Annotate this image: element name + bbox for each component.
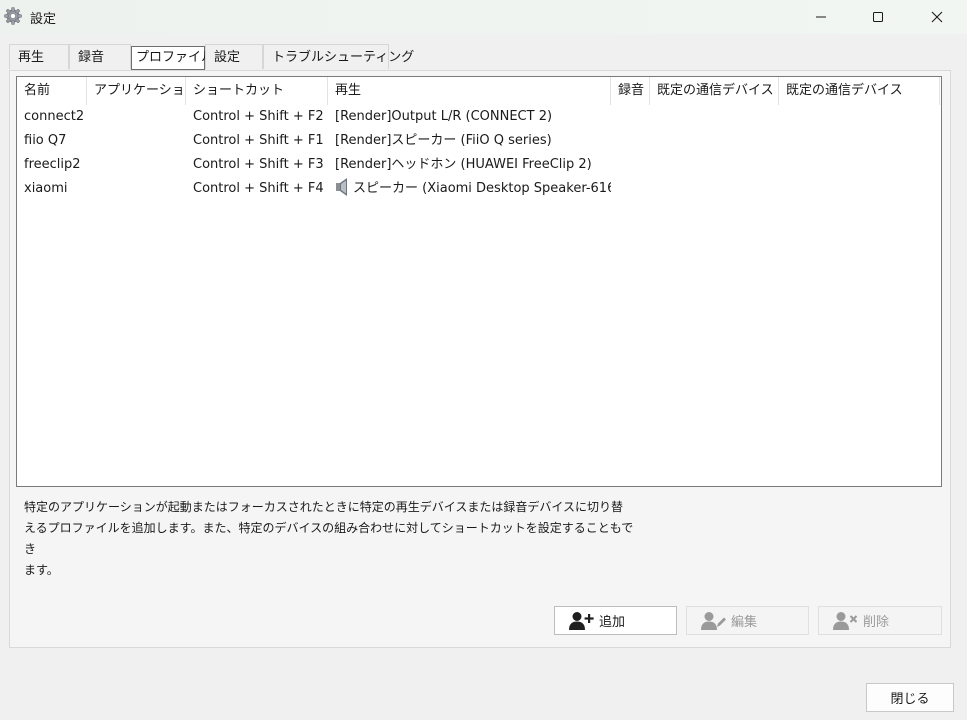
delete-button-label: 削除 <box>863 615 890 630</box>
cell-playback: [Render]スピーカー (FiiO Q series) <box>335 133 552 148</box>
close-button[interactable]: 閉じる <box>866 683 954 712</box>
title-bar: 設定 <box>0 0 967 34</box>
delete-user-icon <box>833 611 858 630</box>
minimize-icon <box>816 16 826 18</box>
add-button-label: 追加 <box>599 615 626 630</box>
table-row[interactable]: fiio Q7 Control + Shift + F1 [Render]スピー… <box>17 129 941 153</box>
column-header-recording[interactable]: 録音 <box>611 77 650 105</box>
cell-shortcut: Control + Shift + F1 <box>193 133 324 148</box>
profiles-list[interactable]: 名前 アプリケーション ショートカット 再生 録音 既定の通信デバイス 既定の通… <box>16 76 942 487</box>
cell-shortcut: Control + Shift + F3 <box>193 157 324 172</box>
column-header-default-comm-device[interactable]: 既定の通信デバイス <box>650 77 779 105</box>
maximize-icon <box>873 12 883 22</box>
delete-button[interactable]: 削除 <box>818 606 942 635</box>
table-row[interactable]: connect2 Control + Shift + F2 [Render]Ou… <box>17 105 941 129</box>
cell-application <box>87 105 186 129</box>
cell-playback-text: スピーカー (Xiaomi Desktop Speaker-616 <box>353 181 611 196</box>
column-header-name[interactable]: 名前 <box>17 77 87 105</box>
edit-button[interactable]: 編集 <box>686 606 809 635</box>
cell-shortcut: Control + Shift + F4 <box>193 181 324 196</box>
profiles-description: 特定のアプリケーションが起動またはフォーカスされたときに特定の再生デバイスまたは… <box>24 497 644 581</box>
cell-shortcut: Control + Shift + F2 <box>193 109 324 124</box>
add-button[interactable]: 追加 <box>554 606 677 635</box>
description-line: えるプロファイルを追加します。また、特定のデバイスの組み合わせに対してショートカ… <box>24 521 634 556</box>
close-window-button[interactable] <box>914 0 960 34</box>
table-row[interactable]: freeclip2 Control + Shift + F3 [Render]ヘ… <box>17 153 941 177</box>
column-header-playback[interactable]: 再生 <box>328 77 611 105</box>
cell-playback: [Render]ヘッドホン (HUAWEI FreeClip 2) <box>335 157 592 172</box>
add-user-icon <box>569 611 594 630</box>
table-row[interactable]: xiaomi Control + Shift + F4 スピーカー (Xiaom… <box>17 177 941 201</box>
column-header-application[interactable]: アプリケーション <box>87 77 186 105</box>
edit-user-icon <box>701 611 726 630</box>
column-header-shortcut[interactable]: ショートカット <box>186 77 328 105</box>
gear-icon <box>3 6 23 26</box>
cell-playback: [Render]Output L/R (CONNECT 2) <box>335 109 553 124</box>
cell-name: xiaomi <box>24 181 68 196</box>
close-icon <box>931 11 943 23</box>
maximize-button[interactable] <box>855 0 901 34</box>
cell-application <box>87 153 186 177</box>
tab-playback[interactable]: 再生 <box>9 44 69 69</box>
speaker-icon <box>336 178 347 196</box>
cell-playback: スピーカー (Xiaomi Desktop Speaker-616 <box>328 177 611 201</box>
cell-application <box>87 129 186 153</box>
tab-troubleshooting[interactable]: トラブルシューティング <box>263 44 414 69</box>
tab-settings[interactable]: 設定 <box>205 44 263 69</box>
cell-name: connect2 <box>24 109 85 124</box>
column-header-default-comm-device-2[interactable]: 既定の通信デバイス <box>779 77 940 105</box>
edit-button-label: 編集 <box>731 615 758 630</box>
cell-name: fiio Q7 <box>24 133 67 148</box>
description-line: ます。 <box>24 563 59 577</box>
cell-application <box>87 177 186 201</box>
list-header: 名前 アプリケーション ショートカット 再生 録音 既定の通信デバイス 既定の通… <box>17 77 941 105</box>
description-line: 特定のアプリケーションが起動またはフォーカスされたときに特定の再生デバイスまたは… <box>24 500 624 514</box>
tab-recording[interactable]: 録音 <box>69 44 131 69</box>
minimize-button[interactable] <box>798 0 844 34</box>
cell-name: freeclip2 <box>24 157 81 172</box>
tab-profiles[interactable]: プロファイル <box>131 46 214 70</box>
window-title: 設定 <box>30 12 57 27</box>
